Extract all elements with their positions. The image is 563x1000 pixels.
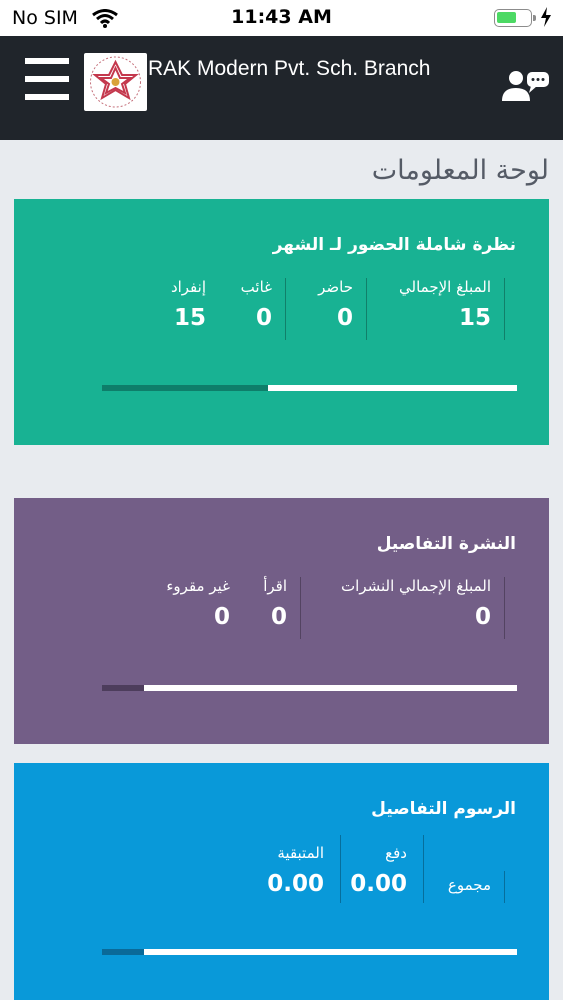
newsletter-total-value: 0 <box>474 604 491 630</box>
attendance-present: حاضر 0 <box>318 278 353 331</box>
fees-paid-value: 0.00 <box>350 871 407 897</box>
attendance-card-title: نظرة شاملة الحضور لـ الشهر <box>272 235 516 255</box>
attendance-absent: غائب 0 <box>241 278 272 331</box>
fees-remaining: المتبقية 0.00 <box>267 844 324 897</box>
newsletter-unread: غير مقروء 0 <box>166 577 230 630</box>
newsletter-unread-value: 0 <box>213 604 230 630</box>
fees-remaining-value: 0.00 <box>267 871 324 897</box>
newsletter-progress-fill <box>102 685 144 691</box>
user-chat-icon[interactable] <box>500 68 550 104</box>
divider <box>504 577 505 639</box>
page-title: لوحة المعلومات <box>371 155 549 186</box>
attendance-total: المبلغ الإجمالي 15 <box>399 278 491 331</box>
newsletter-card-title: النشرة التفاصيل <box>376 534 516 554</box>
attendance-progress-fill <box>102 385 268 391</box>
fees-total-label: مجموع <box>447 876 491 894</box>
newsletter-unread-label: غير مقروء <box>166 577 230 595</box>
fees-progress-fill <box>102 949 144 955</box>
battery-icon <box>494 9 536 27</box>
fees-paid: دفع 0.00 <box>350 844 407 897</box>
divider <box>300 577 301 639</box>
attendance-absent-value: 0 <box>255 305 272 331</box>
app-header: RAK Modern Pvt. Sch. Branch <box>0 36 563 140</box>
attendance-leave-value: 15 <box>173 305 206 331</box>
attendance-card[interactable]: نظرة شاملة الحضور لـ الشهر المبلغ الإجما… <box>14 199 549 445</box>
fees-card-title: الرسوم التفاصيل <box>371 799 516 819</box>
fees-remaining-label: المتبقية <box>277 844 324 862</box>
menu-icon[interactable] <box>25 58 69 102</box>
app-title: RAK Modern Pvt. Sch. Branch <box>148 57 431 80</box>
fees-paid-label: دفع <box>385 844 407 862</box>
newsletter-total: المبلغ الإجمالي النشرات 0 <box>341 577 491 630</box>
divider <box>504 278 505 340</box>
school-logo <box>84 53 147 111</box>
newsletter-read: اقرأ 0 <box>263 577 287 630</box>
attendance-leave: إنفراد 15 <box>171 278 206 331</box>
divider <box>285 278 286 340</box>
newsletter-read-label: اقرأ <box>263 577 287 595</box>
attendance-total-value: 15 <box>458 305 491 331</box>
newsletter-read-value: 0 <box>270 604 287 630</box>
attendance-present-label: حاضر <box>318 278 353 296</box>
attendance-absent-label: غائب <box>240 278 272 296</box>
divider <box>366 278 367 340</box>
attendance-present-value: 0 <box>336 305 353 331</box>
divider <box>504 871 505 903</box>
attendance-total-label: المبلغ الإجمالي <box>399 278 491 296</box>
attendance-progress-bar <box>102 385 517 391</box>
fees-total: مجموع <box>448 876 491 894</box>
divider <box>423 835 424 903</box>
attendance-leave-label: إنفراد <box>170 278 206 296</box>
newsletter-progress-bar <box>102 685 517 691</box>
clock: 11:43 AM <box>231 6 332 28</box>
newsletter-card[interactable]: النشرة التفاصيل المبلغ الإجمالي النشرات … <box>14 498 549 744</box>
divider <box>340 835 341 903</box>
fees-progress-bar <box>102 949 517 955</box>
fees-card[interactable]: الرسوم التفاصيل مجموع دفع 0.00 المتبقية … <box>14 763 549 1000</box>
charging-icon <box>541 7 551 27</box>
newsletter-total-label: المبلغ الإجمالي النشرات <box>341 577 491 595</box>
status-bar: No SIM 11:43 AM <box>0 0 563 36</box>
